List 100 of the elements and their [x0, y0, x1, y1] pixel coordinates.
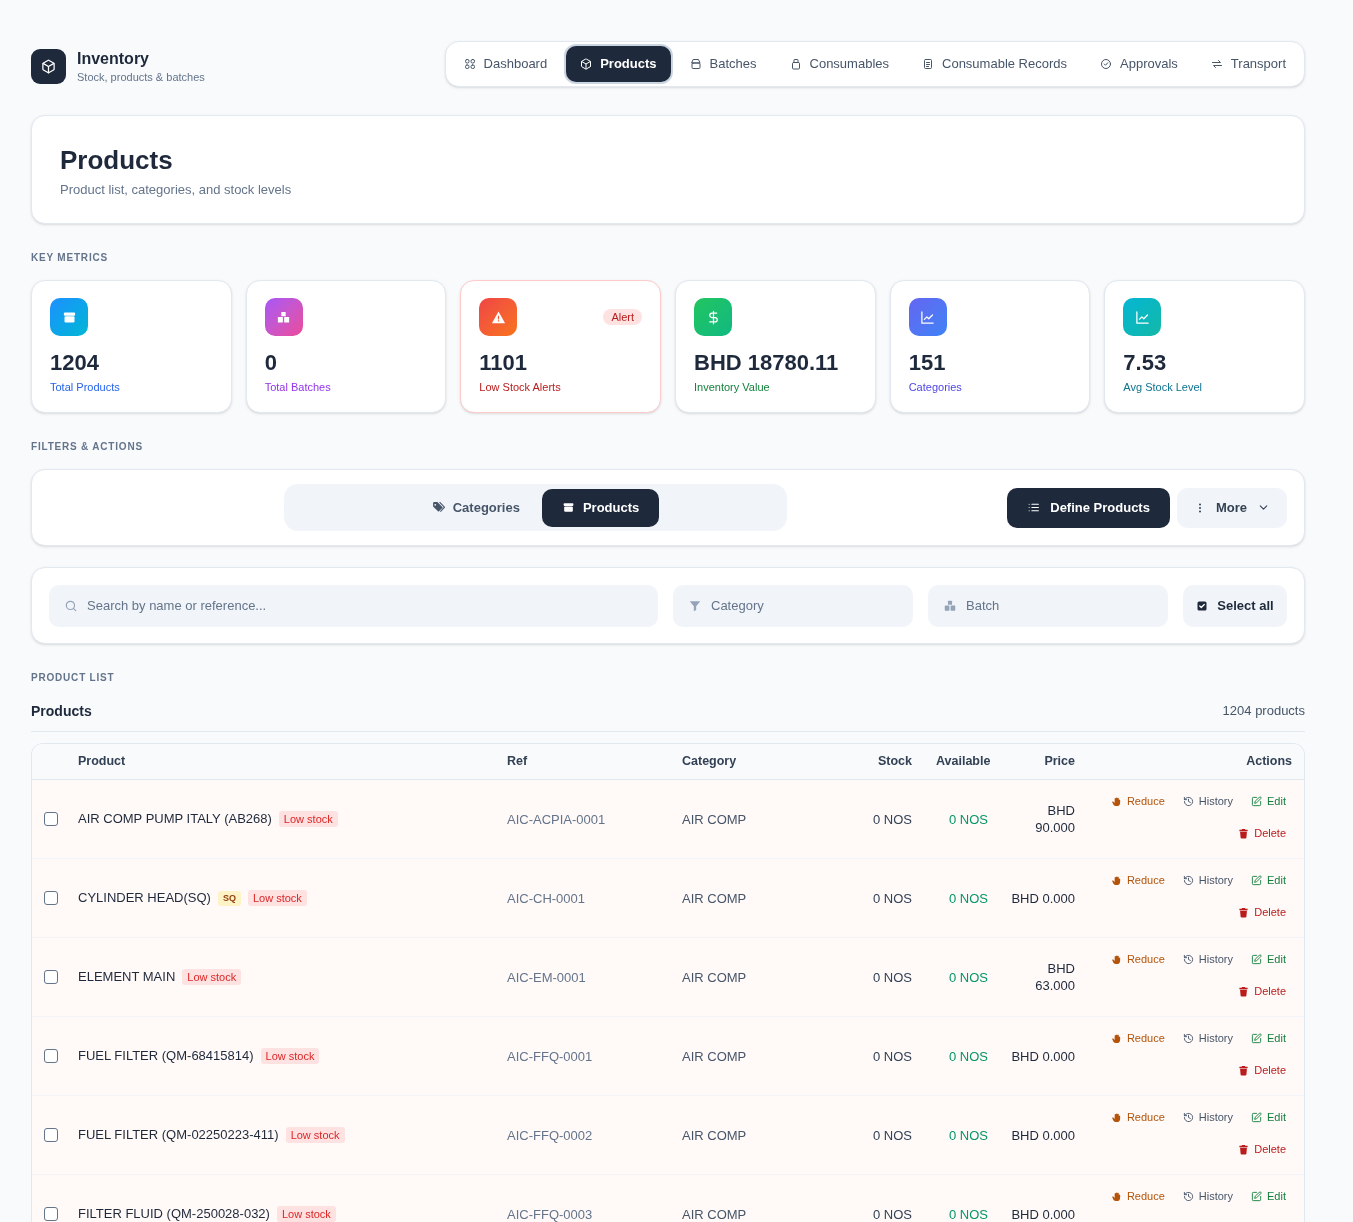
select-all-button[interactable]: Select all [1183, 584, 1287, 627]
history-icon [1182, 795, 1194, 807]
boxes-icon [264, 298, 303, 336]
category-name: AIR COMP [682, 891, 747, 906]
low-stock-tag: Low stock [278, 811, 338, 827]
available-quantity: 0 NOS [949, 970, 988, 985]
stock-quantity: 0 NOS [873, 1128, 912, 1143]
nav-tab[interactable]: Dashboard [449, 46, 562, 82]
metric-label: Avg Stock Level [1123, 380, 1203, 394]
column-header: Product [77, 753, 127, 771]
package-icon [561, 501, 575, 514]
nav-tab[interactable]: Batches [675, 46, 771, 82]
line-chart-icon [908, 298, 947, 336]
history-button[interactable]: History [1176, 791, 1240, 811]
category-name: AIR COMP [682, 970, 747, 985]
delete-button[interactable]: Delete [1232, 823, 1292, 843]
document-icon [922, 58, 934, 70]
delete-button[interactable]: Delete [1232, 1060, 1292, 1080]
reduce-button[interactable]: Reduce [1104, 791, 1171, 811]
nav-tab[interactable]: Approvals [1086, 46, 1192, 82]
nav-tab[interactable]: Consumable Records [908, 46, 1082, 82]
nav-tab[interactable]: Consumables [775, 46, 903, 82]
row-checkbox[interactable] [44, 1049, 58, 1063]
reference-code: AIC-FFQ-0002 [507, 1128, 593, 1143]
search-field[interactable]: Search by name or reference... [49, 584, 658, 627]
available-quantity: 0 NOS [949, 891, 988, 906]
reduce-button[interactable]: Reduce [1104, 1028, 1171, 1048]
tag-icon [431, 501, 445, 514]
dollar-icon [694, 298, 732, 336]
row-checkbox[interactable] [44, 812, 58, 826]
row-checkbox[interactable] [44, 970, 58, 984]
row-checkbox[interactable] [44, 1128, 58, 1142]
reference-code: AIC-ACPIA-0001 [507, 812, 606, 827]
history-button[interactable]: History [1176, 1186, 1240, 1206]
metric-value: 1204 [50, 350, 100, 376]
trash-icon [1238, 906, 1250, 918]
history-button[interactable]: History [1176, 870, 1240, 890]
metric-label: Total Batches [264, 380, 332, 394]
view-tab[interactable]: Products [541, 488, 660, 527]
column-header: Price [1043, 753, 1076, 771]
delete-button[interactable]: Delete [1232, 902, 1292, 922]
row-checkbox[interactable] [44, 891, 58, 905]
history-button[interactable]: History [1176, 1107, 1240, 1127]
nav-tab[interactable]: Transport [1196, 46, 1300, 82]
nav-tab[interactable]: Products [566, 46, 671, 82]
available-quantity: 0 NOS [949, 1207, 988, 1222]
stock-quantity: 0 NOS [873, 970, 912, 985]
metric-value: 1101 [479, 350, 529, 376]
history-icon [1182, 1111, 1194, 1123]
category-select[interactable]: Category [673, 584, 913, 627]
metric-label: Low Stock Alerts [479, 380, 562, 394]
delete-button[interactable]: Delete [1232, 1139, 1292, 1159]
edit-button[interactable]: Edit [1245, 1107, 1292, 1127]
edit-button[interactable]: Edit [1245, 1028, 1292, 1048]
category-name: AIR COMP [682, 1207, 747, 1222]
circle-check-icon [1100, 58, 1113, 70]
view-tab[interactable]: Categories [411, 488, 540, 527]
hand-icon [1110, 1190, 1122, 1202]
edit-button[interactable]: Edit [1245, 1186, 1292, 1206]
column-header: Stock [876, 753, 913, 771]
reduce-button[interactable]: Reduce [1104, 1186, 1171, 1206]
hand-icon [1110, 1032, 1122, 1044]
edit-icon [1251, 953, 1263, 965]
history-icon [1182, 1032, 1194, 1044]
trash-icon [1238, 1143, 1250, 1155]
edit-button[interactable]: Edit [1245, 949, 1292, 969]
history-icon [1182, 874, 1194, 886]
trash-icon [1238, 985, 1250, 997]
edit-button[interactable]: Edit [1245, 791, 1292, 811]
metric-label: Categories [908, 380, 963, 394]
more-menu-button[interactable]: More [1176, 487, 1287, 528]
low-stock-tag: Low stock [276, 1206, 336, 1222]
sq-tag: SQ [217, 890, 241, 906]
trash-icon [1238, 827, 1250, 839]
column-header: Ref [506, 753, 529, 771]
product-name: FUEL FILTER (QM-02250223-411) [78, 1126, 279, 1145]
stock-quantity: 0 NOS [873, 1049, 912, 1064]
history-icon [1182, 953, 1194, 965]
trash-icon [1238, 1064, 1250, 1076]
stock-quantity: 0 NOS [873, 891, 912, 906]
edit-icon [1251, 1032, 1263, 1044]
product-count: 1204 products [1222, 702, 1305, 720]
delete-button[interactable]: Delete [1232, 981, 1292, 1001]
reduce-button[interactable]: Reduce [1104, 1107, 1171, 1127]
product-name: ELEMENT MAIN [78, 968, 176, 987]
reduce-button[interactable]: Reduce [1104, 949, 1171, 969]
lock-icon [789, 58, 802, 70]
define-products-button[interactable]: Define Products [1007, 487, 1170, 528]
list-icon [1027, 501, 1041, 514]
history-button[interactable]: History [1176, 1028, 1240, 1048]
history-button[interactable]: History [1176, 949, 1240, 969]
history-icon [1182, 1190, 1194, 1202]
reduce-button[interactable]: Reduce [1104, 870, 1171, 890]
available-quantity: 0 NOS [949, 1049, 988, 1064]
stock-quantity: 0 NOS [873, 1207, 912, 1222]
column-header: Category [681, 753, 738, 771]
alert-badge: Alert [603, 309, 642, 325]
batch-select[interactable]: Batch [928, 584, 1168, 627]
edit-button[interactable]: Edit [1245, 870, 1292, 890]
row-checkbox[interactable] [44, 1207, 58, 1221]
